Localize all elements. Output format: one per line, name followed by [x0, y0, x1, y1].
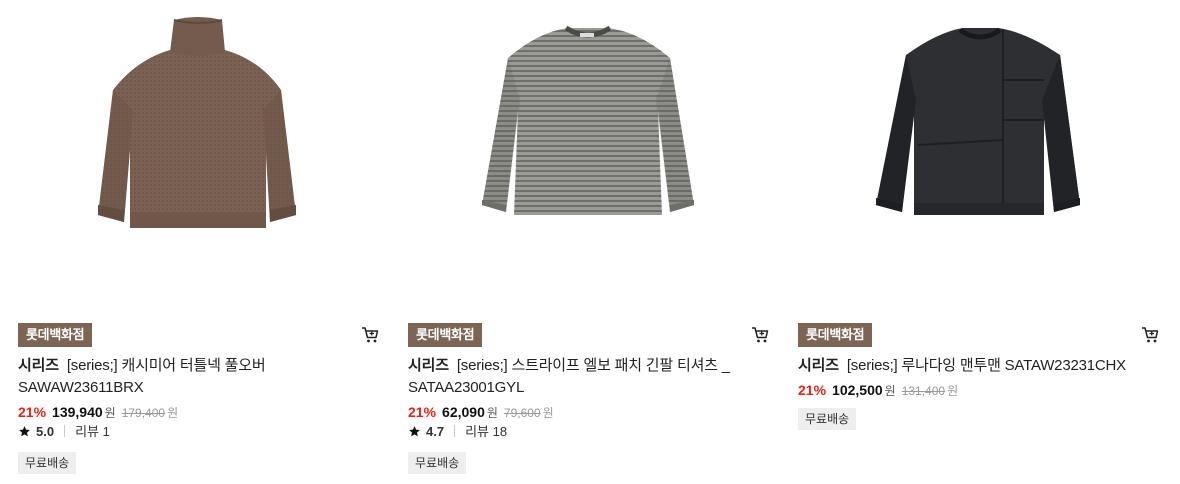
- original-price: 179,400: [121, 406, 166, 420]
- add-to-cart-button[interactable]: [1140, 325, 1160, 345]
- store-badge: 롯데백화점: [798, 323, 873, 347]
- discount-rate: 21%: [408, 404, 437, 420]
- product-image-link[interactable]: [408, 0, 770, 300]
- star-icon: [409, 426, 420, 437]
- store-badge: 롯데백화점: [18, 323, 93, 347]
- sale-price: 139,940: [52, 404, 103, 420]
- sale-price: 62,090: [442, 404, 485, 420]
- price-row: 21% 102,500 원 131,400 원: [798, 380, 958, 400]
- product-image-link[interactable]: [798, 0, 1160, 300]
- review-row: 5.0 리뷰 1: [18, 422, 110, 442]
- divider: [64, 425, 66, 437]
- review-row: 4.7 리뷰 18: [408, 422, 507, 442]
- price-unit: 원: [884, 384, 896, 398]
- product-title[interactable]: 시리즈 [series;] 루나다잉 맨투맨 SATAW23231CHX: [798, 355, 1138, 377]
- product-name: [series;] 스트라이프 엘보 패치 긴팔 티셔츠 _ SATAA2300…: [408, 357, 730, 396]
- sale-price: 102,500: [832, 382, 883, 398]
- review-count[interactable]: 리뷰 18: [465, 424, 507, 439]
- brand-name: 시리즈: [408, 357, 449, 374]
- store-row: 롯데백화점: [18, 322, 380, 348]
- product-title[interactable]: 시리즈 [series;] 스트라이프 엘보 패치 긴팔 티셔츠 _ SATAA2…: [408, 355, 748, 399]
- brand-name: 시리즈: [798, 357, 839, 374]
- striped-tshirt-image: [482, 25, 694, 215]
- star-icon: [19, 426, 30, 437]
- original-price-unit: 원: [947, 384, 959, 398]
- original-price: 131,400: [901, 384, 946, 398]
- turtleneck-sweater-image: [98, 17, 296, 228]
- store-row: 롯데백화점: [408, 322, 770, 348]
- product-title[interactable]: 시리즈 [series;] 캐시미어 터틀넥 풀오버 SAWAW23611BRX: [18, 355, 358, 399]
- sweatshirt-image: [876, 27, 1080, 215]
- original-price: 79,600: [503, 406, 541, 420]
- product-grid: 롯데백화점 시리즈 [series;] 캐시미어 터틀넥 풀오버 SAWAW236…: [0, 0, 1180, 484]
- price-row: 21% 62,090 원 79,600 원: [408, 402, 554, 422]
- product-card: 롯데백화점 시리즈 [series;] 루나다잉 맨투맨 SATAW23231CH…: [798, 0, 1160, 484]
- product-card: 롯데백화점 시리즈 [series;] 캐시미어 터틀넥 풀오버 SAWAW236…: [18, 0, 380, 484]
- add-to-cart-button[interactable]: [360, 325, 380, 345]
- cart-icon: [362, 327, 379, 343]
- add-to-cart-button[interactable]: [750, 325, 770, 345]
- rating-score: 5.0: [36, 424, 55, 439]
- rating-score: 4.7: [426, 424, 445, 439]
- store-row: 롯데백화점: [798, 322, 1160, 348]
- product-name: [series;] 루나다잉 맨투맨 SATAW23231CHX: [846, 357, 1126, 374]
- price-unit: 원: [104, 406, 116, 420]
- discount-rate: 21%: [798, 382, 827, 398]
- review-count[interactable]: 리뷰 1: [75, 424, 110, 439]
- free-shipping-badge: 무료배송: [408, 452, 467, 474]
- product-image-link[interactable]: [18, 0, 380, 300]
- original-price-unit: 원: [542, 406, 554, 420]
- cart-icon: [1142, 327, 1159, 343]
- store-badge: 롯데백화점: [408, 323, 483, 347]
- product-card: 롯데백화점 시리즈 [series;] 스트라이프 엘보 패치 긴팔 티셔츠 _ …: [408, 0, 770, 484]
- free-shipping-badge: 무료배송: [798, 408, 857, 430]
- brand-name: 시리즈: [18, 357, 59, 374]
- free-shipping-badge: 무료배송: [18, 452, 77, 474]
- original-price-unit: 원: [167, 406, 179, 420]
- price-unit: 원: [486, 406, 498, 420]
- divider: [454, 425, 456, 437]
- discount-rate: 21%: [18, 404, 47, 420]
- cart-icon: [752, 327, 769, 343]
- price-row: 21% 139,940 원 179,400 원: [18, 402, 178, 422]
